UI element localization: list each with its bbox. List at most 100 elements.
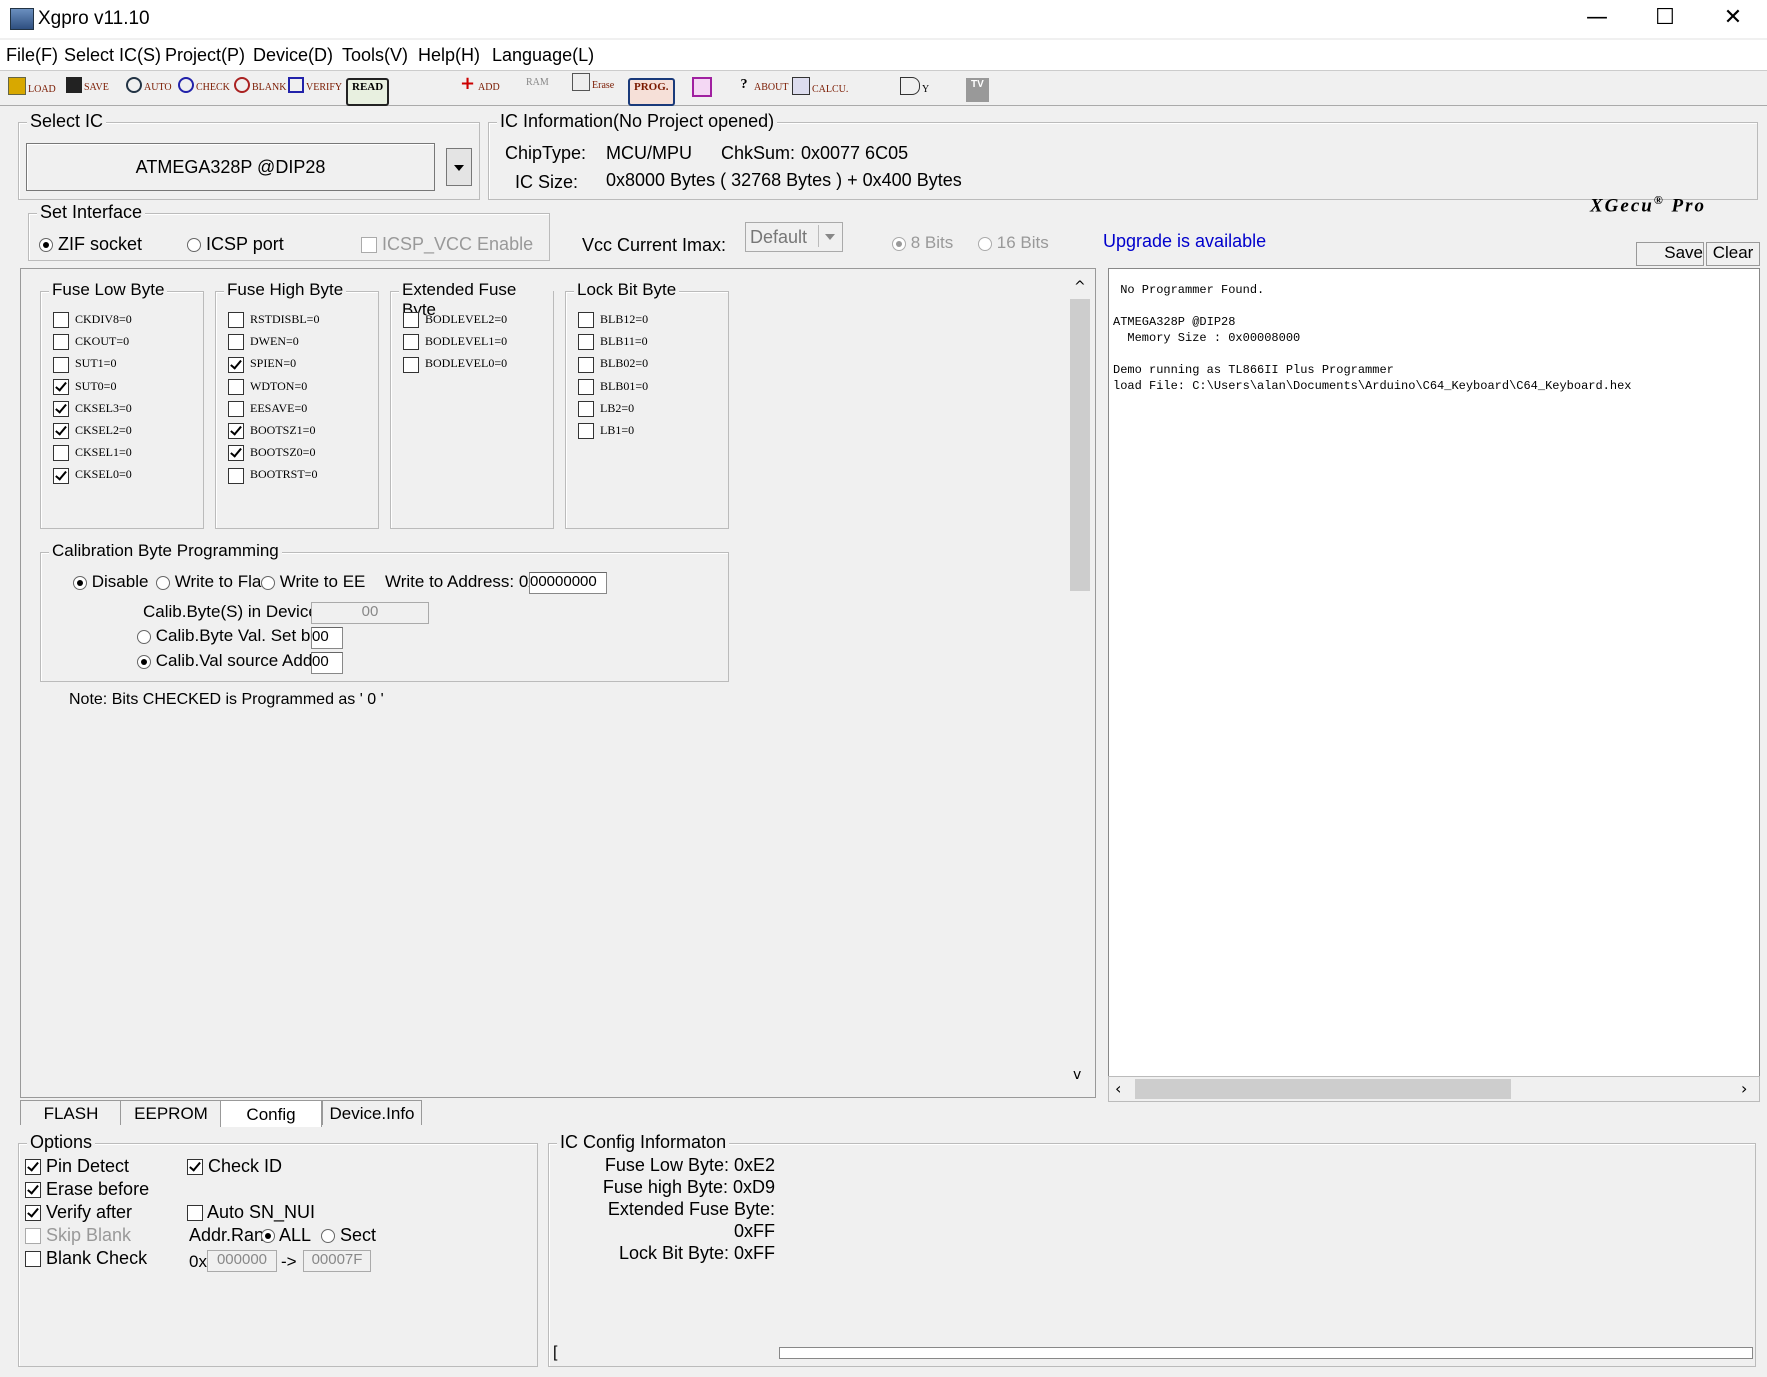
menu-tools[interactable]: Tools(V) — [342, 45, 408, 66]
fuse-checkbox[interactable]: BODLEVEL0=0 — [403, 356, 507, 373]
tab-device-info[interactable]: Device.Info — [322, 1100, 422, 1125]
scroll-thumb[interactable] — [1070, 299, 1090, 591]
fuse-checkbox[interactable]: CKSEL0=0 — [53, 467, 132, 484]
fuse-checkbox[interactable]: SPIEN=0 — [228, 356, 296, 373]
about-button[interactable]: ? ABOUT — [736, 77, 789, 99]
scroll-left-icon[interactable]: ‹ — [1115, 1079, 1121, 1098]
save-button[interactable]: SAVE — [66, 77, 109, 99]
calib-disable-radio[interactable]: Disable — [73, 572, 148, 592]
fuse-checkbox[interactable]: DWEN=0 — [228, 334, 299, 351]
skip-blank-checkbox[interactable]: Skip Blank — [25, 1225, 131, 1246]
load-button[interactable]: LOAD — [8, 77, 56, 99]
close-button[interactable]: ✕ — [1698, 0, 1767, 38]
tv-button[interactable]: TV — [966, 78, 989, 102]
fuse-checkbox[interactable]: WDTON=0 — [228, 379, 307, 395]
addr-to-input[interactable]: 00007F — [303, 1250, 371, 1272]
scroll-right-icon[interactable]: › — [1741, 1079, 1747, 1098]
select-ic-dropdown[interactable] — [446, 148, 472, 186]
icsp-vcc-checkbox[interactable]: ICSP_VCC Enable — [361, 234, 533, 255]
checkbox-box — [578, 401, 594, 418]
calib-set-by-input[interactable]: 00 — [311, 627, 343, 649]
calculator-button[interactable]: CALCU. — [792, 77, 848, 99]
8-bits-radio[interactable]: 8 Bits — [892, 233, 953, 253]
fuse-checkbox[interactable]: RSTDISBL=0 — [228, 312, 319, 329]
fuse-checkbox[interactable]: SUT1=0 — [53, 356, 116, 373]
fuse-checkbox[interactable]: CKDIV8=0 — [53, 312, 132, 329]
erase-button[interactable]: Erase — [572, 73, 614, 95]
upgrade-link[interactable]: Upgrade is available — [1103, 231, 1266, 252]
verify-after-checkbox[interactable]: Verify after — [25, 1202, 132, 1223]
chip-button[interactable] — [692, 77, 714, 99]
fuse-checkbox[interactable]: CKSEL3=0 — [53, 401, 132, 418]
auto-button[interactable]: AUTO — [126, 77, 172, 99]
write-address-input[interactable]: 00000000 — [529, 572, 607, 594]
fuse-checkbox[interactable]: BOOTSZ0=0 — [228, 445, 315, 462]
menu-device[interactable]: Device(D) — [253, 45, 333, 66]
calib-source-input[interactable]: 00 — [311, 652, 343, 674]
menu-select-ic[interactable]: Select IC(S) — [64, 45, 161, 66]
auto-sn-checkbox[interactable]: Auto SN_NUI — [187, 1202, 315, 1223]
clear-log-button[interactable]: Clear — [1706, 242, 1760, 266]
menu-language[interactable]: Language(L) — [492, 45, 594, 66]
fuse-checkbox[interactable]: BODLEVEL2=0 — [403, 312, 507, 329]
fuse-checkbox[interactable]: CKSEL1=0 — [53, 445, 132, 462]
calib-write-ee-radio[interactable]: Write to EE — [261, 572, 365, 592]
minimize-button[interactable]: — — [1562, 0, 1632, 38]
config-scrollbar[interactable]: ^ v — [1065, 269, 1093, 1095]
scroll-up-icon[interactable]: ^ — [1074, 279, 1086, 295]
checkbox-box — [403, 356, 419, 373]
addr-from-input[interactable]: 000000 — [207, 1250, 277, 1272]
vcc-current-select[interactable]: Default — [745, 222, 843, 252]
fuse-label: CKSEL0=0 — [75, 467, 132, 482]
tab-config[interactable]: Config — [220, 1100, 322, 1127]
calib-write-flash-radio[interactable]: Write to Fla — [156, 572, 261, 592]
check-button[interactable]: CHECK — [178, 77, 230, 99]
fuse-checkbox[interactable]: BODLEVEL1=0 — [403, 334, 507, 351]
verify-button[interactable]: VERIFY — [288, 77, 342, 99]
fuse-checkbox[interactable]: BOOTRST=0 — [228, 467, 317, 484]
add-button[interactable]: + ADD — [460, 75, 500, 99]
blank-check-checkbox[interactable]: Blank Check — [25, 1248, 147, 1269]
log-text: No Programmer Found. ATMEGA328P @DIP28 Me… — [1113, 283, 1759, 395]
scroll-down-icon[interactable]: v — [1073, 1067, 1081, 1083]
calib-set-by-radio[interactable]: Calib.Byte Val. Set b — [137, 626, 310, 646]
zif-socket-radio[interactable]: ZIF socket — [39, 234, 142, 255]
fuse-checkbox[interactable]: BLB02=0 — [578, 356, 648, 373]
logic-test-button[interactable]: Y — [900, 77, 929, 99]
chevron-down-icon — [454, 165, 464, 171]
checkbox-box — [53, 445, 69, 462]
fuse-checkbox[interactable]: CKSEL2=0 — [53, 423, 132, 440]
menu-help[interactable]: Help(H) — [418, 45, 480, 66]
prog-button[interactable]: PROG. — [628, 78, 675, 106]
menu-file[interactable]: File(F) — [6, 45, 58, 66]
ic-name-display[interactable]: ATMEGA328P @DIP28 — [26, 143, 435, 191]
fuse-checkbox[interactable]: LB1=0 — [578, 423, 634, 440]
check-id-checkbox[interactable]: Check ID — [187, 1156, 282, 1177]
fuse-checkbox[interactable]: BLB11=0 — [578, 334, 648, 351]
blank-button[interactable]: BLANK — [234, 77, 286, 99]
addr-sect-radio[interactable]: Sect — [321, 1225, 376, 1246]
log-scroll-thumb[interactable] — [1135, 1079, 1511, 1099]
save-log-button[interactable]: Save Log — [1636, 242, 1704, 266]
fuse-checkbox[interactable]: SUT0=0 — [53, 379, 116, 395]
erase-before-checkbox[interactable]: Erase before — [25, 1179, 149, 1200]
calib-source-radio[interactable]: Calib.Val source Add — [137, 651, 312, 671]
fuse-checkbox[interactable]: EESAVE=0 — [228, 401, 307, 418]
ram-button[interactable]: RAM — [526, 77, 549, 99]
tab-eeprom[interactable]: EEPROM — [120, 1100, 222, 1125]
fuse-checkbox[interactable]: CKOUT=0 — [53, 334, 129, 351]
menu-project[interactable]: Project(P) — [165, 45, 245, 66]
maximize-button[interactable]: ☐ — [1630, 0, 1700, 38]
log-horizontal-scrollbar[interactable]: ‹ › — [1108, 1076, 1760, 1102]
icsp-port-radio[interactable]: ICSP port — [187, 234, 284, 255]
16-bits-radio[interactable]: 16 Bits — [978, 233, 1049, 253]
addr-prefix-label: 0x — [189, 1252, 207, 1271]
fuse-checkbox[interactable]: LB2=0 — [578, 401, 634, 418]
pin-detect-checkbox[interactable]: Pin Detect — [25, 1156, 129, 1177]
fuse-checkbox[interactable]: BOOTSZ1=0 — [228, 423, 315, 440]
addr-all-radio[interactable]: ALL — [261, 1225, 311, 1246]
tab-flash[interactable]: FLASH — [20, 1100, 122, 1125]
read-button[interactable]: READ — [346, 78, 390, 106]
fuse-checkbox[interactable]: BLB12=0 — [578, 312, 648, 329]
fuse-checkbox[interactable]: BLB01=0 — [578, 379, 648, 395]
